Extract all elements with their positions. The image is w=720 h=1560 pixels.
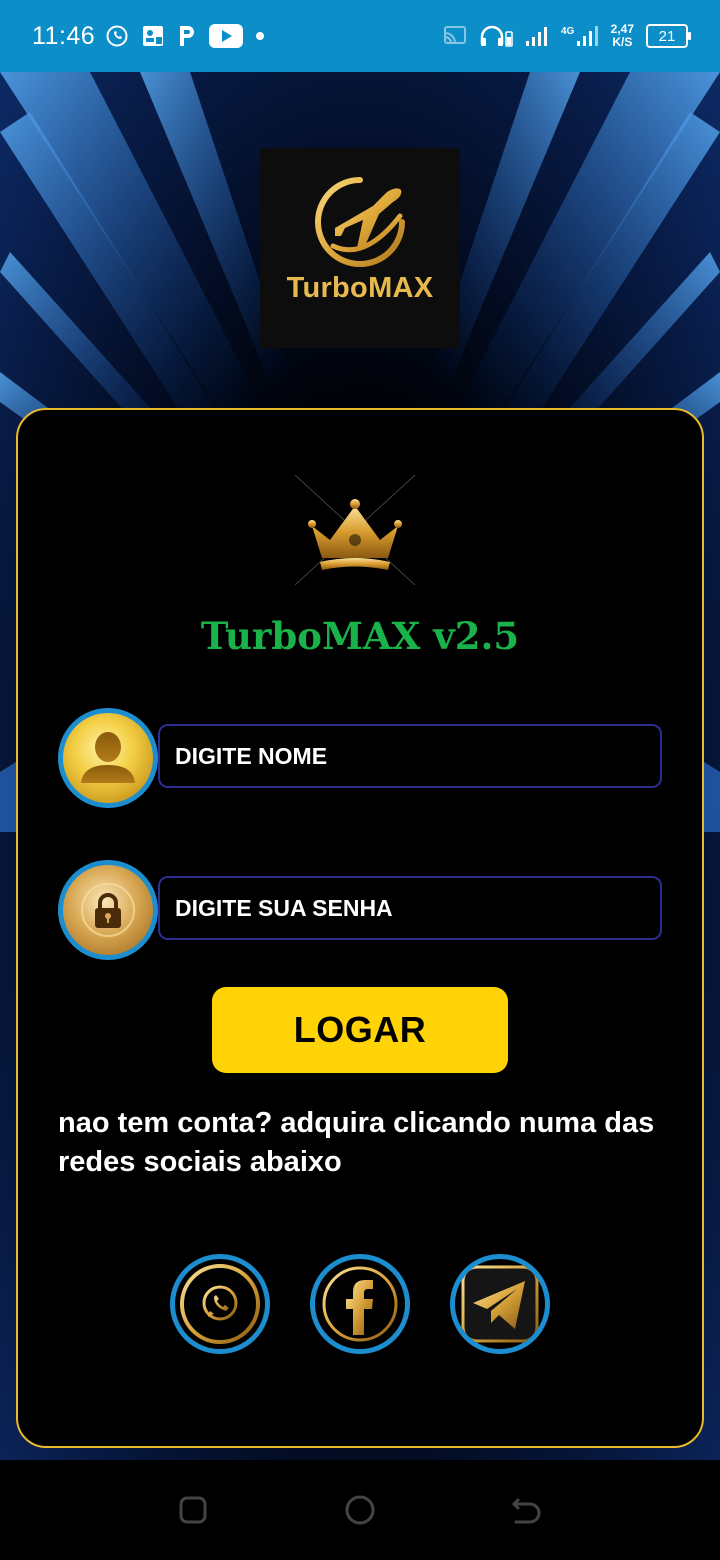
back-button[interactable] [507, 1490, 547, 1530]
name-input[interactable]: DIGITE NOME [158, 724, 662, 788]
brand-logo: TurboMAX [260, 148, 460, 348]
airplane-icon [315, 177, 405, 267]
user-icon [58, 708, 158, 808]
cast-icon [443, 25, 467, 47]
paypal-icon [177, 24, 197, 48]
password-input-placeholder: DIGITE SUA SENHA [175, 894, 393, 921]
headset-icon [479, 24, 513, 48]
signup-info-text: nao tem conta? adquira clicando numa das… [58, 1107, 655, 1178]
whatsapp-icon [180, 1264, 260, 1344]
app-title: TurboMAX v2.5 [200, 614, 520, 658]
network-speed: 2,47 K/S [610, 22, 634, 49]
battery-indicator: 21 [646, 24, 691, 48]
home-button[interactable] [340, 1490, 380, 1530]
notification-app-icon [141, 24, 165, 48]
telegram-button[interactable] [450, 1254, 550, 1354]
login-button-label: LOGAR [293, 1009, 427, 1050]
facebook-button[interactable] [310, 1254, 410, 1354]
youtube-icon [209, 24, 244, 48]
svg-text:4G: 4G [561, 26, 575, 37]
whatsapp-icon [105, 24, 129, 48]
back-icon [512, 1498, 541, 1524]
lock-icon [58, 860, 158, 960]
dot-icon [255, 31, 265, 41]
name-input-placeholder: DIGITE NOME [175, 742, 328, 769]
home-icon [345, 1495, 375, 1525]
status-bar: 11:46 4G 2,47 K/S 21 [0, 0, 720, 72]
crown-icon [290, 470, 420, 590]
telegram-icon [461, 1265, 539, 1343]
password-input[interactable]: DIGITE SUA SENHA [158, 876, 662, 940]
system-nav-bar [0, 1460, 720, 1560]
4g-signal-icon: 4G [561, 24, 599, 48]
whatsapp-button[interactable] [170, 1254, 270, 1354]
facebook-icon [322, 1266, 398, 1342]
recent-apps-icon [179, 1496, 207, 1524]
login-button[interactable]: LOGAR [212, 987, 508, 1073]
recent-apps-button[interactable] [173, 1490, 213, 1530]
brand-name: TurboMAX [286, 272, 434, 304]
battery-level: 21 [658, 27, 676, 45]
status-time: 11:46 [32, 21, 96, 50]
signal-icon [525, 25, 549, 47]
